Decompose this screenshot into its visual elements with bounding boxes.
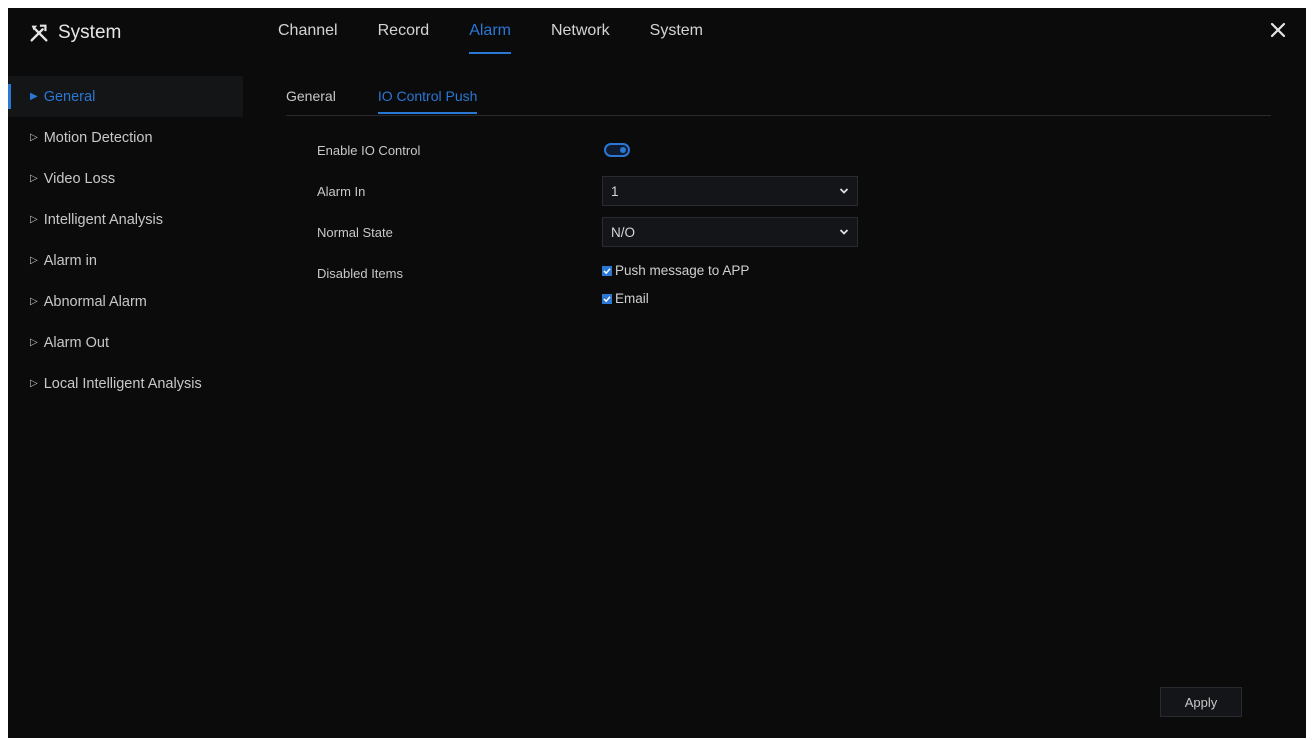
push-message-option: Push message to APP [602,263,749,278]
sidebar-item-general[interactable]: ▶ General [8,76,243,117]
sidebar: ▶ General ▷ Motion Detection ▷ Video Los… [8,76,243,404]
sidebar-item-label: Motion Detection [43,129,153,146]
email-option: Email [602,291,649,306]
check-icon [603,295,611,302]
window-title: System [28,20,121,46]
triangle-right-icon: ▷ [30,295,38,307]
close-icon[interactable] [1268,20,1288,40]
apply-button[interactable]: Apply [1160,687,1242,717]
normal-state-select[interactable]: N/O [602,217,858,247]
triangle-right-icon: ▷ [30,254,38,266]
top-tab-bar: Channel Record Alarm Network System [278,22,743,54]
toggle-knob [620,147,626,153]
sidebar-item-label: General [43,88,96,105]
sidebar-item-intelligent-analysis[interactable]: ▷ Intelligent Analysis [8,199,243,240]
sidebar-item-label: Video Loss [43,170,116,187]
sidebar-item-local-intelligent-analysis[interactable]: ▷ Local Intelligent Analysis [8,363,243,404]
email-label: Email [615,291,649,306]
tab-channel[interactable]: Channel [278,22,338,54]
sidebar-item-label: Alarm in [43,252,97,269]
triangle-right-icon: ▷ [30,377,38,389]
subtab-general[interactable]: General [286,88,336,114]
enable-io-control-label: Enable IO Control [317,143,421,158]
push-message-checkbox[interactable] [602,265,612,276]
sidebar-item-alarm-out[interactable]: ▷ Alarm Out [8,322,243,363]
triangle-right-icon: ▶ [30,90,38,102]
tab-system[interactable]: System [650,22,703,54]
triangle-right-icon: ▷ [30,131,38,143]
chevron-down-icon [839,188,849,194]
disabled-items-label: Disabled Items [317,266,403,281]
sidebar-item-label: Intelligent Analysis [43,211,163,228]
window-title-text: System [58,22,122,43]
sidebar-item-label: Local Intelligent Analysis [43,375,202,392]
tab-alarm[interactable]: Alarm [469,22,511,54]
alarm-in-label: Alarm In [317,184,366,199]
enable-io-control-toggle[interactable] [604,143,630,157]
normal-state-value: N/O [611,224,636,240]
sub-tab-divider [286,115,1271,116]
tab-record[interactable]: Record [378,22,430,54]
chevron-down-icon [839,229,849,235]
check-icon [603,267,611,274]
sidebar-item-label: Abnormal Alarm [43,293,147,310]
sidebar-item-video-loss[interactable]: ▷ Video Loss [8,158,243,199]
triangle-right-icon: ▷ [30,172,38,184]
tools-icon [30,24,48,42]
triangle-right-icon: ▷ [30,336,38,348]
sidebar-item-abnormal-alarm[interactable]: ▷ Abnormal Alarm [8,281,243,322]
push-message-label: Push message to APP [615,263,750,278]
email-checkbox[interactable] [602,293,612,304]
sidebar-item-motion-detection[interactable]: ▷ Motion Detection [8,117,243,158]
normal-state-label: Normal State [317,225,393,240]
tab-network[interactable]: Network [551,22,610,54]
alarm-in-value: 1 [611,183,619,199]
sidebar-item-alarm-in[interactable]: ▷ Alarm in [8,240,243,281]
triangle-right-icon: ▷ [30,213,38,225]
sub-tab-bar: General IO Control Push [286,88,519,114]
alarm-in-select[interactable]: 1 [602,176,858,206]
sidebar-item-label: Alarm Out [43,334,109,351]
subtab-io-control-push[interactable]: IO Control Push [377,88,477,114]
settings-window: System Channel Record Alarm Network Syst… [8,8,1306,738]
